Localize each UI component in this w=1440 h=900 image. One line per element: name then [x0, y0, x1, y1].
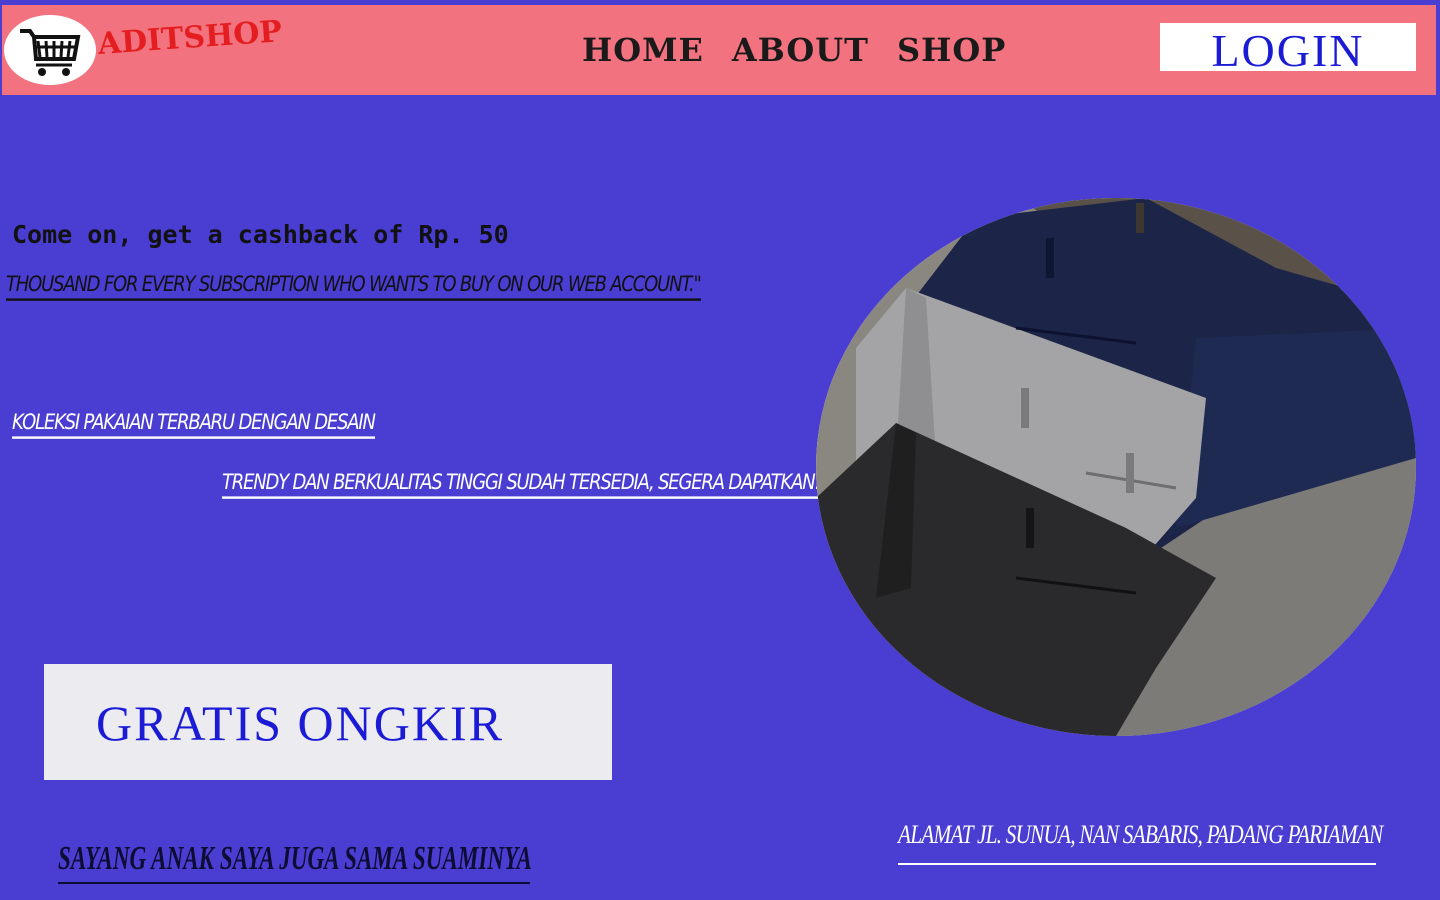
- nav-shop[interactable]: SHOP: [897, 31, 1006, 69]
- nav-links: HOME ABOUT SHOP: [582, 31, 1006, 69]
- nav-about[interactable]: ABOUT: [732, 31, 869, 69]
- brand-name[interactable]: ADITSHOP: [97, 14, 283, 62]
- navbar: ADITSHOP HOME ABOUT SHOP LOGIN: [2, 3, 1436, 95]
- koleksi-line-2: TRENDY DAN BERKUALITAS TINGGI SUDAH TERS…: [222, 470, 829, 499]
- nav-home[interactable]: HOME: [582, 31, 704, 69]
- shopping-cart-icon: [20, 29, 81, 76]
- address-text: ALAMAT JL. SUNUA, NAN SABARIS, PADANG PA…: [898, 820, 1383, 849]
- logo[interactable]: [4, 15, 96, 85]
- free-shipping-label: GRATIS ONGKIR: [96, 695, 504, 751]
- login-button[interactable]: LOGIN: [1160, 23, 1416, 71]
- promo-title: Come on, get a cashback of Rp. 50: [12, 220, 509, 249]
- tagline-underline: [58, 882, 530, 884]
- free-shipping-banner[interactable]: GRATIS ONGKIR: [44, 664, 612, 780]
- trousers-illustration: [816, 198, 1416, 736]
- tagline-text: SAYANG ANAK SAYA JUGA SAMA SUAMINYA: [58, 840, 532, 877]
- promo-subtitle: THOUSAND FOR EVERY SUBSCRIPTION WHO WANT…: [6, 272, 702, 301]
- koleksi-line-1: KOLEKSI PAKAIAN TERBARU DENGAN DESAIN: [12, 410, 376, 439]
- address-underline: [898, 863, 1376, 865]
- hero-trousers-image: [816, 198, 1416, 736]
